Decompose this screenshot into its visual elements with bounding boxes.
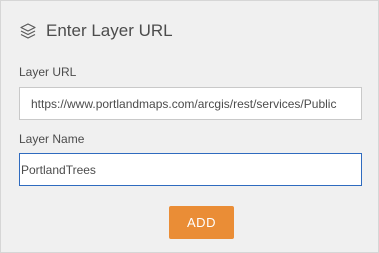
layer-url-input[interactable] xyxy=(19,87,362,120)
add-layer-panel: Enter Layer URL Layer URL Layer Name ADD xyxy=(0,0,379,253)
panel-header: Enter Layer URL xyxy=(19,19,173,43)
add-button[interactable]: ADD xyxy=(169,206,234,239)
layer-name-label: Layer Name xyxy=(19,132,85,146)
layer-name-input[interactable] xyxy=(19,153,362,186)
layers-icon xyxy=(19,22,37,40)
panel-title: Enter Layer URL xyxy=(46,21,173,40)
layer-url-label: Layer URL xyxy=(19,65,77,79)
